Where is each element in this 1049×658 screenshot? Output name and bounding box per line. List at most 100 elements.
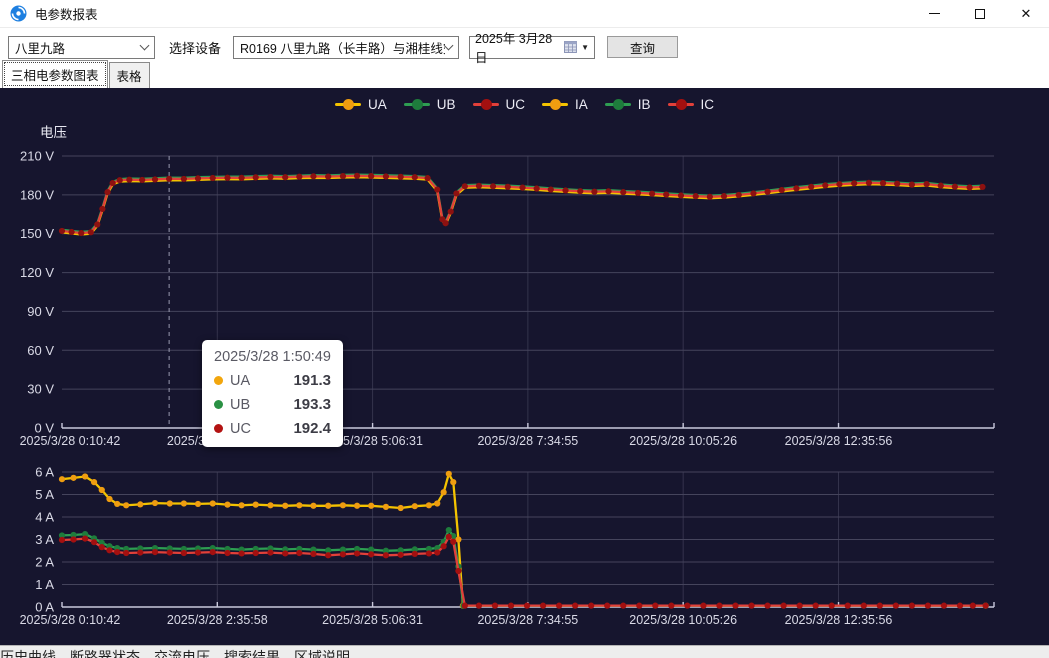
y-axis-label: 4 A <box>35 510 54 525</box>
y-axis-label: 150 V <box>20 226 54 241</box>
query-button-label: 查询 <box>630 38 655 57</box>
x-axis-label: 2025/3/28 10:05:26 <box>629 434 737 448</box>
background-window-text: 历史曲线 断路器状态 交流电压 搜索结果 区域说明 <box>0 647 1049 658</box>
data-point-IA <box>310 503 316 509</box>
data-point-IC <box>296 550 302 556</box>
data-point-IA <box>441 489 447 495</box>
data-point-IC <box>540 603 546 609</box>
y-axis-label: 2 A <box>35 555 54 570</box>
data-point-UC <box>310 173 316 179</box>
data-point-IC <box>861 603 867 609</box>
data-point-IC <box>748 603 754 609</box>
data-point-IC <box>383 552 389 558</box>
data-point-IC <box>636 603 642 609</box>
data-point-UC <box>78 230 84 236</box>
series-line-UC <box>62 176 983 233</box>
data-point-IC <box>684 603 690 609</box>
data-point-UC <box>99 206 105 212</box>
data-point-IC <box>604 603 610 609</box>
maximize-button[interactable] <box>957 0 1003 27</box>
data-point-UC <box>282 174 288 180</box>
data-point-UC <box>577 188 583 194</box>
data-point-UC <box>880 180 886 186</box>
tab-strip: 三相电参数图表 表格 <box>0 66 1049 88</box>
data-point-UC <box>663 191 669 197</box>
data-point-IA <box>426 502 432 508</box>
data-point-UC <box>253 174 259 180</box>
y-axis-label: 90 V <box>27 304 54 319</box>
app-icon <box>10 5 27 22</box>
data-point-IA <box>152 500 158 506</box>
y-axis-label: 60 V <box>27 343 54 358</box>
data-point-IA <box>91 479 97 485</box>
data-point-IC <box>957 603 963 609</box>
background-window-strip: 历史曲线 断路器状态 交流电压 搜索结果 区域说明 <box>0 645 1049 658</box>
query-button[interactable]: 查询 <box>607 36 678 58</box>
data-point-IA <box>181 500 187 506</box>
data-point-UC <box>442 220 448 226</box>
device-select[interactable]: R0169 八里九路（长丰路）与湘桂线交 <box>233 36 459 59</box>
data-point-UC <box>139 177 145 183</box>
data-point-UC <box>94 221 100 227</box>
data-point-UC <box>354 173 360 179</box>
data-point-IC <box>797 603 803 609</box>
data-point-IA <box>412 503 418 509</box>
close-button[interactable]: ✕ <box>1003 0 1049 27</box>
data-point-UC <box>836 181 842 187</box>
data-point-IA <box>210 500 216 506</box>
date-picker[interactable]: 2025年 3月28日 ▼ <box>469 36 595 59</box>
chart-tooltip: 2025/3/28 1:50:49 UA191.3UB193.3UC192.4 <box>202 340 343 447</box>
data-point-IC <box>925 603 931 609</box>
minimize-button[interactable] <box>911 0 957 27</box>
tab-table-label: 表格 <box>117 70 142 84</box>
data-point-IC <box>310 551 316 557</box>
data-point-IC <box>137 549 143 555</box>
data-point-IC <box>210 549 216 555</box>
tooltip-row-UB: UB193.3 <box>214 396 331 413</box>
data-point-IC <box>716 603 722 609</box>
area-select[interactable]: 八里九路 <box>8 36 155 59</box>
data-point-IC <box>123 550 129 556</box>
data-point-IC <box>167 549 173 555</box>
data-point-UC <box>110 180 116 186</box>
data-point-UC <box>591 189 597 195</box>
data-point-IC <box>813 603 819 609</box>
data-point-IC <box>450 539 456 545</box>
data-point-IC <box>70 536 76 542</box>
y-axis-label: 180 V <box>20 187 54 202</box>
device-label: 选择设备 <box>169 38 221 57</box>
data-point-UC <box>325 173 331 179</box>
charts-canvas[interactable]: 0 V30 V60 V90 V120 V150 V180 V210 V2025/… <box>0 88 1049 645</box>
data-point-UC <box>562 187 568 193</box>
data-point-IC <box>732 603 738 609</box>
data-point-IC <box>224 550 230 556</box>
data-point-IA <box>224 502 230 508</box>
area-select-value: 八里九路 <box>15 38 65 57</box>
maximize-icon <box>975 9 985 19</box>
data-point-IA <box>114 501 120 507</box>
data-point-UC <box>779 187 785 193</box>
data-point-UC <box>462 183 468 189</box>
data-point-IA <box>450 479 456 485</box>
chart-panel: UAUBUCIAIBIC 电压 0 V30 V60 V90 V120 V150 … <box>0 88 1049 645</box>
data-point-UC <box>166 176 172 182</box>
data-point-UC <box>750 190 756 196</box>
y-axis-label: 6 A <box>35 465 54 480</box>
data-point-IC <box>508 603 514 609</box>
data-point-IA <box>282 503 288 509</box>
tab-table[interactable]: 表格 <box>109 62 150 88</box>
data-point-IA <box>239 502 245 508</box>
data-point-IA <box>267 502 273 508</box>
data-point-UC <box>296 174 302 180</box>
data-point-UC <box>620 189 626 195</box>
data-point-UC <box>267 174 273 180</box>
data-point-UC <box>793 185 799 191</box>
data-point-UC <box>822 182 828 188</box>
date-dropdown-icon: ▼ <box>581 43 589 52</box>
tab-three-phase-chart[interactable]: 三相电参数图表 <box>2 60 108 88</box>
data-point-UC <box>88 229 94 235</box>
data-point-UC <box>195 175 201 181</box>
data-point-UC <box>952 184 958 190</box>
data-point-UC <box>519 185 525 191</box>
data-point-IA <box>70 475 76 481</box>
